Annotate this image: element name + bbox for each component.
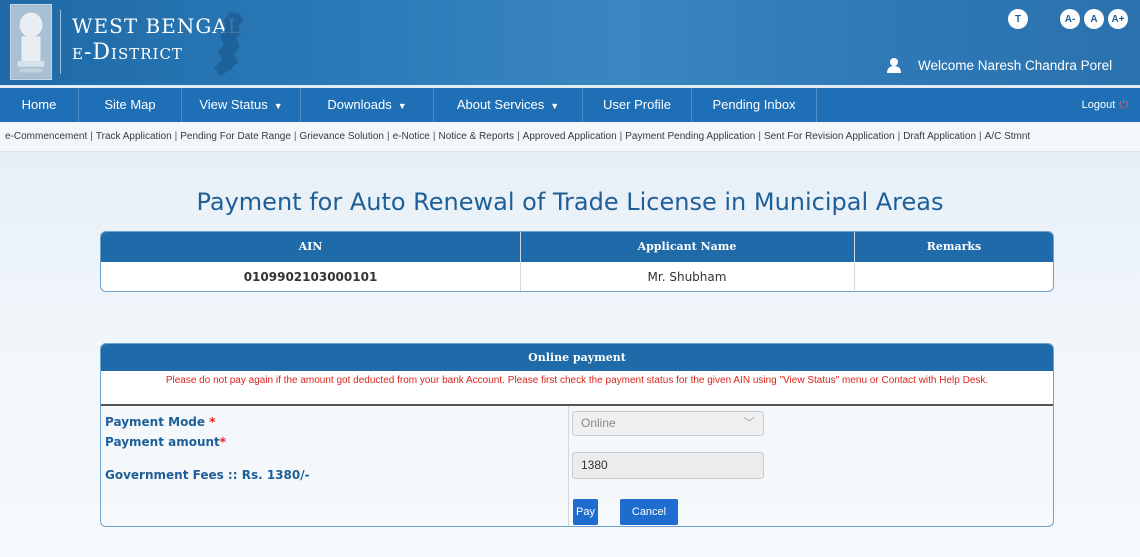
application-table: AIN Applicant Name Remarks 0109902103000… xyxy=(100,231,1054,292)
nav-about-services-label: About Services xyxy=(456,97,545,112)
required-asterisk: * xyxy=(219,435,227,449)
logo-divider xyxy=(60,10,61,74)
cell-ain: 0109902103000101 xyxy=(243,270,378,284)
payment-amount-label: Payment amount* xyxy=(105,435,226,449)
state-emblem-logo xyxy=(10,4,52,80)
payment-amount-label-text: Payment amount xyxy=(105,435,220,449)
nav-view-status-label: View Status xyxy=(199,97,268,112)
nav-pending-inbox[interactable]: Pending Inbox xyxy=(692,88,816,122)
link-ac-statement[interactable]: A/C Stmnt xyxy=(985,131,1031,142)
cancel-button[interactable]: Cancel xyxy=(620,499,678,525)
nav-view-status[interactable]: View Status ▼ xyxy=(182,88,300,122)
link-separator: | xyxy=(387,131,390,142)
nav-downloads[interactable]: Downloads ▼ xyxy=(301,88,433,122)
header-remarks: Remarks xyxy=(926,240,982,253)
caret-down-icon: ▼ xyxy=(397,100,407,111)
link-separator: | xyxy=(619,131,623,142)
link-separator: | xyxy=(174,131,178,142)
link-track-application[interactable]: Track Application xyxy=(96,131,172,142)
link-separator: | xyxy=(432,131,436,142)
pay-button[interactable]: Pay xyxy=(573,499,598,525)
link-separator: | xyxy=(517,131,520,142)
nav-site-map[interactable]: Site Map xyxy=(79,88,181,122)
payment-mode-select[interactable]: Online ﹀ xyxy=(572,411,764,436)
font-decrease-button[interactable]: A- xyxy=(1060,9,1080,29)
logout-link[interactable]: Logout ⏻ xyxy=(1082,88,1128,122)
payment-panel-title: Online payment xyxy=(101,344,1053,371)
header-applicant-name: Applicant Name xyxy=(637,240,737,253)
main-navigation: Home Site Map View Status ▼ Downloads ▼ Ab… xyxy=(0,88,1140,122)
page-title: Payment for Auto Renewal of Trade Licens… xyxy=(196,188,944,216)
west-bengal-map-icon xyxy=(214,12,244,76)
nav-home[interactable]: Home xyxy=(0,88,78,122)
nav-pending-inbox-label: Pending Inbox xyxy=(712,97,796,112)
payment-mode-value: Online xyxy=(581,416,616,430)
online-payment-panel: Online payment Please do not pay again i… xyxy=(100,343,1054,527)
link-separator: | xyxy=(90,131,93,142)
link-notice-reports[interactable]: Notice & Reports xyxy=(438,131,514,142)
nav-home-label: Home xyxy=(21,97,57,112)
payment-amount-input[interactable]: 1380 xyxy=(572,452,764,479)
link-pending-for-date-range[interactable]: Pending For Date Range xyxy=(180,131,291,142)
caret-down-icon: ▼ xyxy=(273,100,283,111)
column-divider xyxy=(568,406,569,526)
required-asterisk: * xyxy=(209,415,216,429)
chevron-down-icon: ﹀ xyxy=(742,416,755,430)
nav-user-profile[interactable]: User Profile xyxy=(583,88,691,122)
nav-site-map-label: Site Map xyxy=(104,97,156,112)
link-sent-for-revision-application[interactable]: Sent For Revision Application xyxy=(764,131,895,142)
user-icon xyxy=(887,58,901,73)
text-only-button[interactable]: T xyxy=(1008,9,1028,29)
font-increase-button[interactable]: A+ xyxy=(1108,9,1128,29)
power-icon: ⏻ xyxy=(1119,99,1128,111)
payment-mode-label-text: Payment Mode xyxy=(105,415,210,429)
header-ain: AIN xyxy=(298,240,323,253)
font-normal-button[interactable]: A xyxy=(1084,9,1104,29)
welcome-user-text: Welcome Naresh Chandra Porel xyxy=(918,58,1113,73)
payment-warning-text: Please do not pay again if the amount go… xyxy=(101,371,1053,406)
government-fees-text: Government Fees :: Rs. 1380/- xyxy=(105,468,310,482)
link-e-notice[interactable]: e-Notice xyxy=(393,131,430,142)
nav-about-services[interactable]: About Services ▼ xyxy=(434,88,582,122)
logout-label: Logout xyxy=(1081,99,1116,111)
link-separator: | xyxy=(293,131,297,142)
quick-links-bar: e-Commencement | Track Application | Pending… xyxy=(0,122,1140,152)
cell-applicant-name: Mr. Shubham xyxy=(647,270,727,284)
link-separator: | xyxy=(979,131,982,142)
link-grievance-solution[interactable]: Grievance Solution xyxy=(300,131,385,142)
table-header-row: AIN Applicant Name Remarks xyxy=(101,232,1053,262)
link-separator: | xyxy=(897,131,901,142)
caret-down-icon: ▼ xyxy=(550,100,560,111)
nav-divider xyxy=(816,88,817,122)
link-separator: | xyxy=(758,131,761,142)
link-e-commencement[interactable]: e-Commencement xyxy=(5,131,87,142)
nav-downloads-label: Downloads xyxy=(327,97,392,112)
link-draft-application[interactable]: Draft Application xyxy=(903,131,976,142)
nav-user-profile-label: User Profile xyxy=(603,97,671,112)
site-header: West Bengal e-District T A- A A+ Welcome… xyxy=(0,0,1140,85)
link-payment-pending-application[interactable]: Payment Pending Application xyxy=(625,131,755,142)
payment-mode-label: Payment Mode * xyxy=(105,415,216,429)
logo-edistrict-text: e-District xyxy=(72,40,183,65)
link-approved-application[interactable]: Approved Application xyxy=(523,131,617,142)
cell-remarks xyxy=(854,262,1053,291)
